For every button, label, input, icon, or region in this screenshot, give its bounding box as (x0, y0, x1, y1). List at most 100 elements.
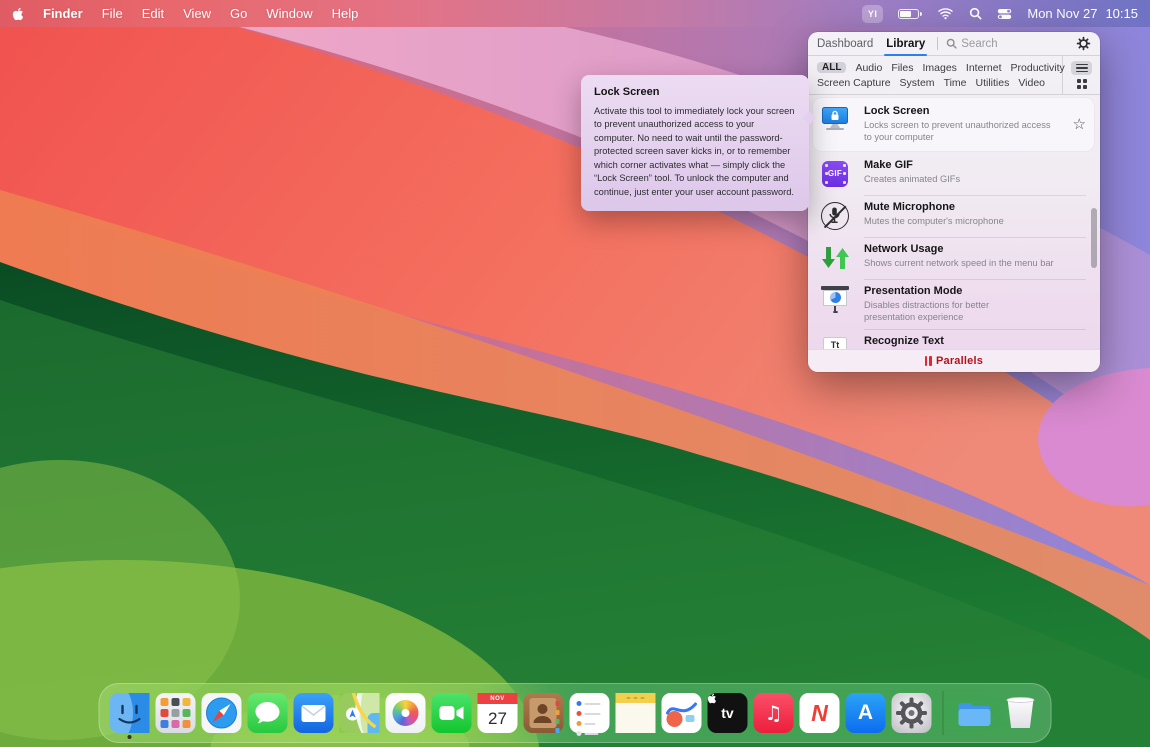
battery-icon[interactable] (898, 9, 922, 19)
dock-icon-app-store[interactable]: A (846, 693, 886, 733)
tool-row-mute-microphone[interactable]: Mute Microphone Mutes the computer's mic… (808, 195, 1100, 237)
header-divider (937, 37, 938, 50)
apple-menu-icon[interactable] (12, 7, 24, 21)
dock-icon-system-settings[interactable] (892, 693, 932, 733)
dock-icon-maps[interactable] (340, 693, 380, 733)
tool-description: Creates animated GIFs (864, 173, 960, 185)
menu-bar: Finder File Edit View Go Window Help YI (0, 0, 1150, 27)
category-images[interactable]: Images (922, 62, 956, 74)
lock-screen-tooltip: Lock Screen Activate this tool to immedi… (581, 75, 809, 211)
clock-time: 10:15 (1105, 6, 1138, 21)
dock-icon-launchpad[interactable] (156, 693, 196, 733)
scrollbar-thumb[interactable] (1091, 208, 1097, 268)
gif-label: GIF (828, 169, 842, 178)
category-filter-bar: ALL Audio Files Images Internet Producti… (808, 56, 1100, 95)
menu-item-window[interactable]: Window (266, 6, 312, 21)
recognize-text-icon: Tt (820, 335, 850, 349)
dock-icon-mail[interactable] (294, 693, 334, 733)
tool-description: Disables distractions for better present… (864, 299, 1024, 324)
menu-bar-clock[interactable]: Mon Nov 27 10:15 (1027, 6, 1138, 21)
dock-icon-trash[interactable] (1001, 693, 1041, 733)
parallels-toolbox-menu-icon[interactable]: YI (862, 5, 884, 23)
search-box (946, 38, 1076, 50)
tool-row-lock-screen[interactable]: Lock Screen Locks screen to prevent unau… (813, 98, 1094, 151)
dock-icon-freeform[interactable] (662, 693, 702, 733)
lock-screen-icon (820, 105, 850, 135)
spotlight-search-icon[interactable] (969, 7, 982, 20)
grid-view-icon[interactable] (1077, 79, 1087, 89)
dock: NOV 27 (99, 683, 1052, 743)
tool-row-make-gif[interactable]: GIF Make GIF Creates animated GIFs (808, 153, 1100, 195)
dock-separator (943, 691, 944, 735)
settings-gear-icon[interactable] (1076, 36, 1091, 51)
dock-icon-music[interactable]: ♫ (754, 693, 794, 733)
category-audio[interactable]: Audio (855, 62, 882, 74)
category-internet[interactable]: Internet (966, 62, 1002, 74)
mute-microphone-icon (820, 201, 850, 231)
control-center-icon[interactable] (997, 8, 1012, 20)
view-toggle-group (1062, 56, 1100, 94)
presentation-mode-icon (820, 285, 850, 315)
search-icon (946, 38, 957, 49)
category-productivity[interactable]: Productivity (1011, 62, 1065, 74)
tool-name: Network Usage (864, 243, 1054, 255)
dock-icon-apple-tv[interactable]: tv (708, 693, 748, 733)
tool-name: Recognize Text (864, 335, 1037, 347)
toolbox-footer: Parallels (808, 349, 1100, 372)
category-system[interactable]: System (900, 77, 935, 89)
tab-dashboard[interactable]: Dashboard (817, 38, 873, 50)
music-note-glyph: ♫ (754, 693, 794, 733)
desktop: Finder File Edit View Go Window Help YI (0, 0, 1150, 747)
tool-row-recognize-text[interactable]: Tt Recognize Text Recognizes and extract… (808, 329, 1100, 349)
parallels-logo-icon (925, 356, 932, 366)
menu-item-edit[interactable]: Edit (142, 6, 164, 21)
menu-item-file[interactable]: File (102, 6, 123, 21)
category-files[interactable]: Files (891, 62, 913, 74)
tooltip-title: Lock Screen (594, 86, 796, 98)
dock-icon-notes[interactable] (616, 693, 656, 733)
category-all[interactable]: ALL (817, 62, 846, 73)
menu-item-finder[interactable]: Finder (43, 6, 83, 21)
dock-icon-contacts[interactable] (524, 693, 564, 733)
tt-label: Tt (824, 340, 846, 349)
menu-item-help[interactable]: Help (332, 6, 359, 21)
menu-item-view[interactable]: View (183, 6, 211, 21)
tool-description: Locks screen to prevent unauthorized acc… (864, 119, 1060, 144)
parallels-logo-text: Parallels (936, 355, 983, 367)
dock-icon-messages[interactable] (248, 693, 288, 733)
wifi-icon[interactable] (937, 7, 954, 20)
tool-name: Mute Microphone (864, 201, 1004, 213)
list-view-icon[interactable] (1071, 61, 1092, 75)
category-time[interactable]: Time (944, 77, 967, 89)
category-video[interactable]: Video (1018, 77, 1045, 89)
tools-list: Lock Screen Locks screen to prevent unau… (808, 95, 1100, 349)
dock-icon-downloads[interactable] (955, 693, 995, 733)
menu-item-go[interactable]: Go (230, 6, 247, 21)
dock-icon-finder[interactable] (110, 693, 150, 733)
dock-icon-news[interactable]: N (800, 693, 840, 733)
news-letter: N (811, 700, 828, 726)
category-utilities[interactable]: Utilities (976, 77, 1010, 89)
tool-description: Shows current network speed in the menu … (864, 257, 1054, 269)
dock-icon-photos[interactable] (386, 693, 426, 733)
dock-icon-facetime[interactable] (432, 693, 472, 733)
tab-library[interactable]: Library (886, 38, 925, 50)
calendar-day: 27 (478, 704, 518, 733)
tool-name: Lock Screen (864, 105, 1060, 117)
dock-icon-calendar[interactable]: NOV 27 (478, 693, 518, 733)
parallels-toolbox-window: Dashboard Library (808, 32, 1100, 372)
tool-row-presentation-mode[interactable]: Presentation Mode Disables distractions … (808, 279, 1100, 330)
tool-name: Make GIF (864, 159, 960, 171)
make-gif-icon: GIF (820, 159, 850, 189)
dock-icon-reminders[interactable] (570, 693, 610, 733)
tv-label: tv (721, 705, 733, 721)
search-input[interactable] (961, 38, 1051, 50)
category-screen-capture[interactable]: Screen Capture (817, 77, 891, 89)
clock-date: Mon Nov 27 (1027, 6, 1097, 21)
tool-row-network-usage[interactable]: Network Usage Shows current network spee… (808, 237, 1100, 279)
favorite-star-icon[interactable]: ☆ (1073, 115, 1086, 133)
tooltip-body: Activate this tool to immediately lock y… (594, 105, 796, 199)
network-usage-icon (820, 243, 850, 273)
tool-description: Mutes the computer's microphone (864, 215, 1004, 227)
dock-icon-safari[interactable] (202, 693, 242, 733)
